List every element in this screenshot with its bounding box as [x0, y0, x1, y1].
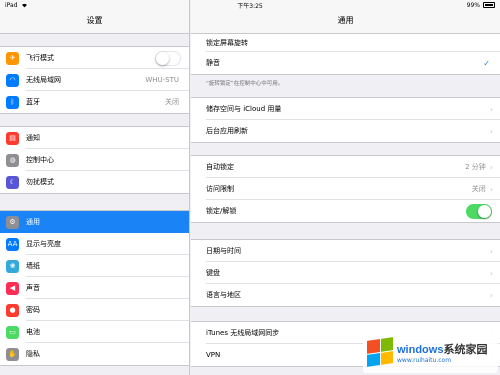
checkmark-icon: ✓: [483, 58, 490, 68]
page-title: 通用: [337, 16, 354, 25]
sidebar-item-general[interactable]: ⚙ 通用: [0, 211, 189, 233]
battery-indicator-icon: [483, 2, 495, 8]
watermark-url: www.ruihaitu.com: [397, 356, 452, 364]
battery-percent: 99%: [466, 1, 480, 9]
background-app-refresh-item[interactable]: 后台应用刷新 ›: [191, 120, 500, 142]
privacy-hand-icon: ✋: [6, 347, 19, 361]
airplane-mode-toggle[interactable]: [155, 50, 181, 66]
wifi-network-value: WHU-STU: [145, 76, 179, 84]
sidebar-item-sounds[interactable]: ◀ 声音: [0, 277, 189, 299]
sidebar-item-display-brightness[interactable]: AA 显示与亮度: [0, 233, 189, 255]
display-icon: AA: [6, 237, 19, 251]
date-keyboard-group: 日期与时间 › 键盘 › 语言与地区 ›: [191, 239, 500, 307]
sidebar-group-notifications: ▤ 通知 ◍ 控制中心 ☾ 勿扰模式: [0, 126, 189, 194]
sidebar-item-bluetooth[interactable]: ᛒ 蓝牙 关闭: [0, 91, 189, 113]
sidebar-group-general: ⚙ 通用 AA 显示与亮度 ❀ 墙纸 ◀ 声音 ● 密码 ▭ 电池 ✋ 隐私: [0, 210, 189, 366]
chevron-right-icon: ›: [489, 126, 493, 136]
settings-sidebar: 设置 ✈ 飞行模式 ◠ 无线局域网 WHU-STU ᛒ 蓝牙 关闭 ▤ 通知 ◍…: [0, 0, 190, 375]
watermark-brand: windows: [397, 343, 444, 356]
watermark-brand-suffix: 系统家园: [443, 343, 488, 356]
sound-icon: ◀: [6, 281, 19, 295]
lock-unlock-item[interactable]: 锁定/解锁: [191, 200, 500, 222]
rotation-lock-footnote: “旋转锁定”在控制中心中可用。: [206, 81, 284, 87]
restrictions-value: 关闭: [471, 185, 486, 193]
chevron-right-icon: ›: [489, 246, 493, 256]
battery-icon: ▭: [6, 325, 19, 339]
sidebar-item-notifications[interactable]: ▤ 通知: [0, 127, 189, 149]
side-switch-group: 锁定屏幕旋转 静音 ✓: [191, 34, 500, 75]
sidebar-group-connectivity: ✈ 飞行模式 ◠ 无线局域网 WHU-STU ᛒ 蓝牙 关闭: [0, 46, 189, 114]
chevron-right-icon: ›: [489, 162, 493, 172]
sidebar-title: 设置: [86, 16, 103, 25]
sidebar-item-passcode[interactable]: ● 密码: [0, 299, 189, 321]
wifi-signal-icon: [21, 3, 27, 7]
auto-lock-value: 2 分钟: [465, 163, 486, 171]
control-center-icon: ◍: [6, 153, 19, 167]
status-time: 下午3:25: [237, 2, 263, 10]
general-settings-pane: 通用 锁定屏幕旋转 静音 ✓ “旋转锁定”在控制中心中可用。 储存空间与 iCl…: [191, 0, 500, 375]
sidebar-item-wallpaper[interactable]: ❀ 墙纸: [0, 255, 189, 277]
lock-rotation-option[interactable]: 锁定屏幕旋转: [191, 34, 500, 52]
windows-logo-icon: [367, 337, 393, 367]
restrictions-item[interactable]: 访问限制 关闭 ›: [191, 178, 500, 200]
mute-option[interactable]: 静音 ✓: [191, 52, 500, 74]
storage-group: 储存空间与 iCloud 用量 › 后台应用刷新 ›: [191, 97, 500, 143]
lock-unlock-toggle[interactable]: [466, 203, 492, 219]
lock-group: 自动锁定 2 分钟 › 访问限制 关闭 › 锁定/解锁: [191, 155, 500, 223]
gear-icon: ⚙: [6, 215, 19, 229]
wallpaper-icon: ❀: [6, 259, 19, 273]
sidebar-item-airplane-mode[interactable]: ✈ 飞行模式: [0, 47, 189, 69]
status-bar: iPad 下午3:25 99%: [0, 0, 500, 10]
sidebar-item-control-center[interactable]: ◍ 控制中心: [0, 149, 189, 171]
moon-icon: ☾: [6, 175, 19, 189]
sidebar-item-privacy[interactable]: ✋ 隐私: [0, 343, 189, 365]
chevron-right-icon: ›: [489, 290, 493, 300]
language-region-item[interactable]: 语言与地区 ›: [191, 284, 500, 306]
bluetooth-value: 关闭: [165, 98, 179, 106]
watermark-logo: windows系统家园 www.ruihaitu.com: [363, 331, 498, 373]
chevron-right-icon: ›: [489, 268, 493, 278]
passcode-icon: ●: [6, 303, 19, 317]
auto-lock-item[interactable]: 自动锁定 2 分钟 ›: [191, 156, 500, 178]
bluetooth-icon: ᛒ: [6, 95, 19, 109]
device-label: iPad: [5, 1, 18, 9]
sidebar-item-battery[interactable]: ▭ 电池: [0, 321, 189, 343]
notifications-icon: ▤: [6, 131, 19, 145]
airplane-icon: ✈: [6, 51, 19, 65]
wifi-icon: ◠: [6, 73, 19, 87]
date-time-item[interactable]: 日期与时间 ›: [191, 240, 500, 262]
sidebar-item-do-not-disturb[interactable]: ☾ 勿扰模式: [0, 171, 189, 193]
keyboard-item[interactable]: 键盘 ›: [191, 262, 500, 284]
chevron-right-icon: ›: [489, 104, 493, 114]
chevron-right-icon: ›: [489, 184, 493, 194]
sidebar-item-wifi[interactable]: ◠ 无线局域网 WHU-STU: [0, 69, 189, 91]
storage-icloud-usage-item[interactable]: 储存空间与 iCloud 用量 ›: [191, 98, 500, 120]
